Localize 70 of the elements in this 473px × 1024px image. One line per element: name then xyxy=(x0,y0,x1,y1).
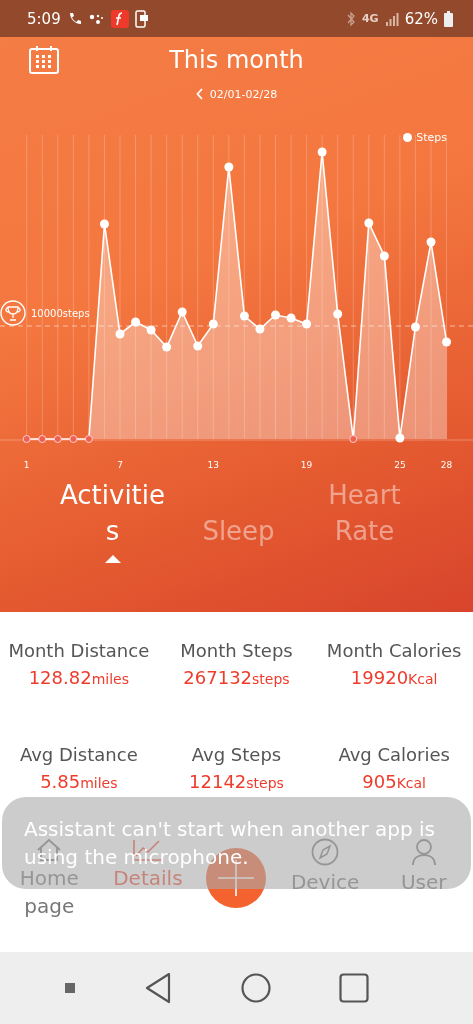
calendar-icon[interactable] xyxy=(29,46,59,74)
category-tab[interactable]: Sleep xyxy=(182,513,295,563)
data-point xyxy=(379,251,389,261)
stat-label: Avg Distance xyxy=(19,744,138,765)
category-tab[interactable]: Activities xyxy=(56,477,169,563)
stat-value: 905 Kcal xyxy=(362,771,426,792)
data-point xyxy=(38,435,47,443)
axis-label: 19 xyxy=(300,460,313,470)
axis-label: 13 xyxy=(207,460,220,470)
clock: 5:09 xyxy=(27,9,61,28)
stat-label: Avg Steps xyxy=(191,744,282,765)
data-point xyxy=(99,219,109,229)
category-tab[interactable]: Heart Rate xyxy=(308,477,421,563)
bluetooth-icon xyxy=(345,10,356,27)
axis-label: 7 xyxy=(117,460,123,470)
axis-label: 28 xyxy=(440,460,453,470)
screen-cast-icon xyxy=(134,9,149,28)
data-point xyxy=(208,319,218,329)
data-point xyxy=(177,307,187,317)
stat-value: 267132steps xyxy=(183,667,290,688)
back-icon[interactable] xyxy=(144,972,173,1004)
data-point xyxy=(395,433,405,443)
data-point xyxy=(224,162,234,172)
home-icon[interactable] xyxy=(240,973,271,1003)
stat-value: 19920Kcal xyxy=(350,667,438,688)
stat-label: Month Calories xyxy=(326,640,462,661)
battery-icon xyxy=(444,10,453,27)
data-point xyxy=(84,435,93,443)
stat-label: Avg Calories xyxy=(338,744,450,765)
page-title: This month xyxy=(169,46,304,74)
stat-value: 12142steps xyxy=(189,771,284,792)
data-point xyxy=(22,435,31,443)
data-point xyxy=(146,325,156,335)
data-point xyxy=(193,341,203,351)
data-point xyxy=(317,147,327,157)
legend-label: Steps xyxy=(416,131,447,144)
data-point xyxy=(364,218,374,228)
trophy-icon xyxy=(0,300,26,326)
data-point xyxy=(349,435,358,443)
stat-value: 128.82 miles xyxy=(28,667,129,688)
axis-label: 25 xyxy=(394,460,406,470)
stat-label: Month Distance xyxy=(8,640,150,661)
axis-label: 1 xyxy=(23,460,30,470)
network-type: 4G xyxy=(361,12,379,25)
goal-label: 10000steps xyxy=(31,308,90,319)
recents-icon[interactable] xyxy=(338,973,369,1003)
data-point xyxy=(53,435,62,443)
data-point xyxy=(69,435,78,443)
data-point xyxy=(302,319,312,329)
data-point xyxy=(442,337,452,347)
data-point xyxy=(426,237,436,247)
compass-icon[interactable] xyxy=(311,838,340,866)
data-point xyxy=(333,309,343,319)
data-point xyxy=(131,317,141,327)
stat-value: 5.85miles xyxy=(40,771,118,792)
data-point xyxy=(162,342,172,352)
app-icon xyxy=(110,9,129,28)
legend-dot-icon xyxy=(403,133,413,142)
data-point xyxy=(115,329,125,339)
user-icon[interactable] xyxy=(410,838,437,866)
data-point xyxy=(410,322,420,332)
data-point xyxy=(255,324,265,334)
stat-label: Month Steps xyxy=(180,640,293,661)
date-range: 02/01-02/28 xyxy=(209,87,278,101)
data-point xyxy=(271,310,280,320)
signal-icon xyxy=(384,11,399,26)
battery-percent: 62% xyxy=(404,9,438,28)
data-point xyxy=(286,313,296,323)
data-point xyxy=(239,311,249,321)
nav-tab[interactable]: Details xyxy=(113,864,183,892)
